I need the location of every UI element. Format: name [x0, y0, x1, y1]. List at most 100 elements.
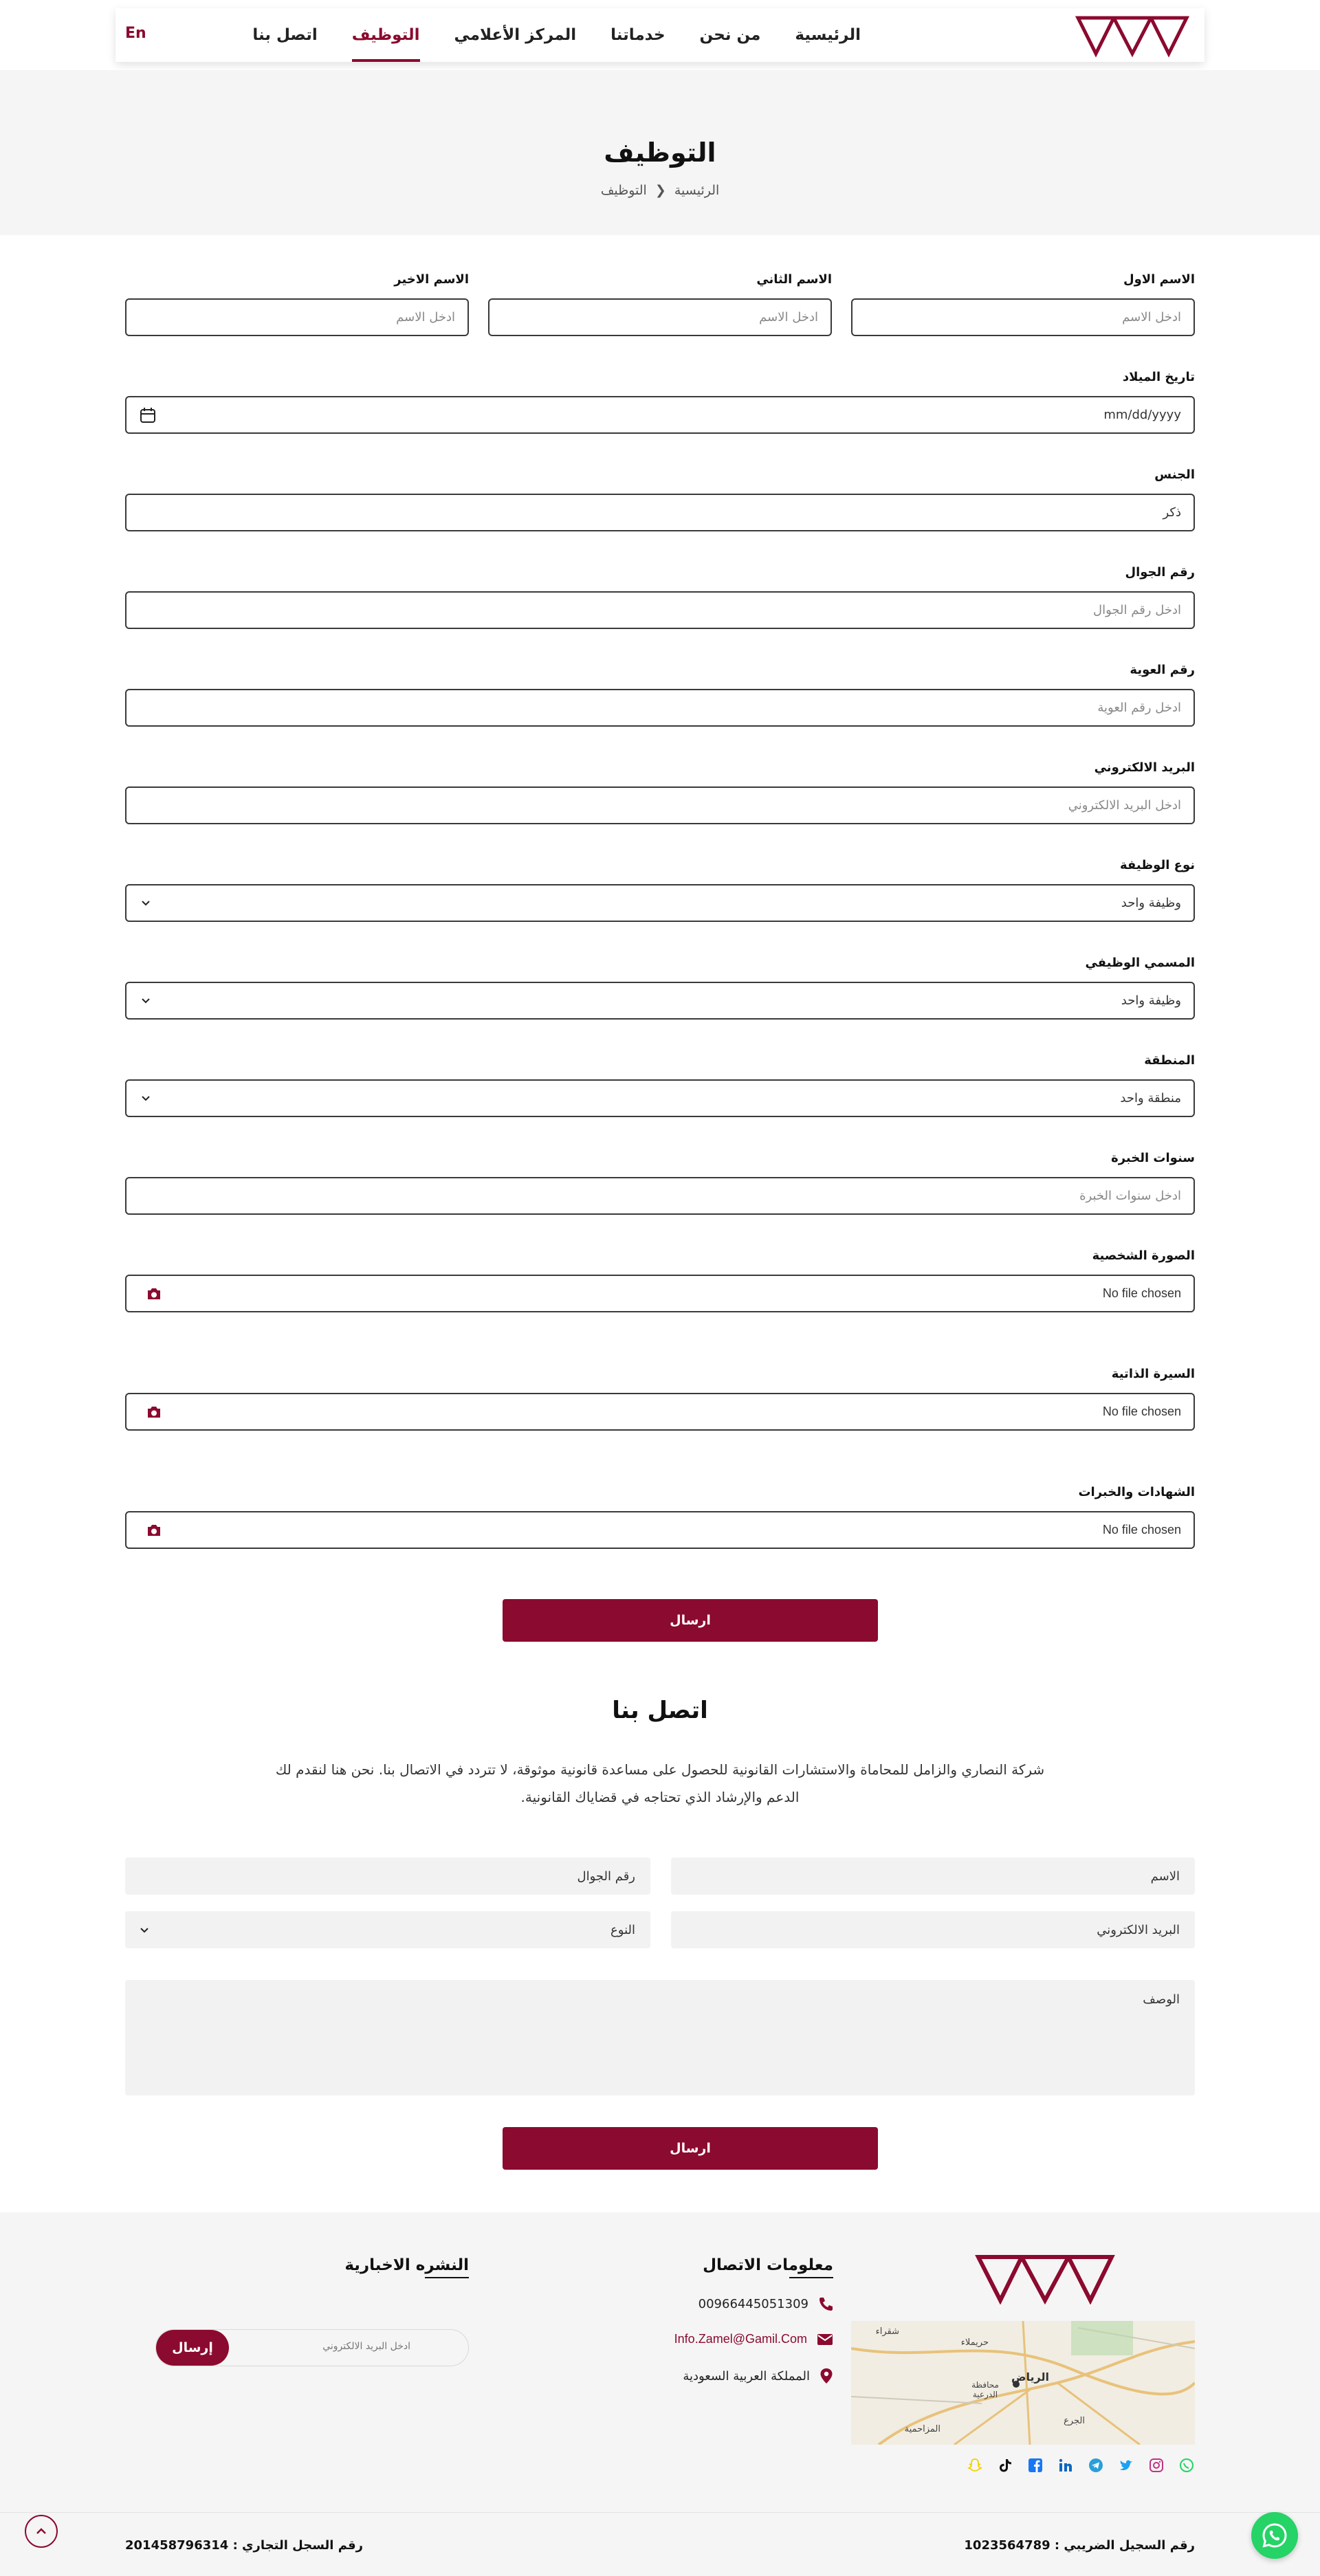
photo-label: الصورة الشخصية — [1092, 1248, 1195, 1263]
nav-about[interactable]: من نحن — [700, 8, 761, 62]
company-logo[interactable] — [1075, 15, 1189, 58]
certificates-file-status: No file chosen — [1102, 1523, 1181, 1537]
camera-icon[interactable] — [146, 1405, 162, 1420]
mobile-input[interactable]: ادخل رقم الجوال — [125, 591, 1195, 629]
region-select[interactable]: منطقة واحد — [125, 1079, 1195, 1117]
first-name-placeholder: ادخل الاسم — [1122, 310, 1181, 324]
region-label: المنطقة — [1144, 1053, 1195, 1068]
birth-date-label: تاريخ الميلاد — [1122, 370, 1195, 384]
newsletter-form: ادخل البريد الالكتروني إرسال — [155, 2329, 469, 2366]
email-input[interactable]: ادخل البريد الالكتروني — [125, 786, 1195, 824]
cv-file-input[interactable]: No file chosen — [125, 1393, 1195, 1431]
mobile-placeholder: ادخل رقم الجوال — [1093, 603, 1181, 617]
page-hero: التوظيف الرئيسية ❮ التوظيف — [0, 70, 1320, 235]
email-label: البريد الالكتروني — [1094, 760, 1195, 775]
camera-icon[interactable] — [146, 1523, 162, 1538]
last-name-input[interactable]: ادخل الاسم — [125, 298, 469, 336]
commercial-number: رقم السجل التجاري : 201458796314 — [125, 2538, 363, 2553]
gender-input[interactable]: ذكر — [125, 494, 1195, 531]
contact-name-placeholder: الاسم — [1150, 1869, 1180, 1884]
instagram-icon[interactable] — [1148, 2457, 1165, 2474]
contact-description-line2: الدعم والإرشاد الذي تحتاجه في قضاياك الق… — [520, 1789, 800, 1805]
region-value: منطقة واحد — [1120, 1091, 1181, 1105]
last-name-placeholder: ادخل الاسم — [396, 310, 455, 324]
social-links — [967, 2457, 1195, 2474]
chevron-down-icon — [142, 998, 150, 1004]
job-type-label: نوع الوظيفة — [1120, 858, 1195, 872]
calendar-icon[interactable] — [139, 406, 157, 424]
footer-address-text: المملكة العربية السعودية — [683, 2368, 810, 2384]
footer-divider — [0, 2512, 1320, 2513]
nav-careers[interactable]: التوظيف — [351, 8, 420, 62]
job-title-select[interactable]: وظيفة واحد — [125, 982, 1195, 1020]
job-title-value: وظيفة واحد — [1121, 993, 1181, 1008]
tiktok-icon[interactable] — [997, 2457, 1013, 2474]
job-title-label: المسمي الوظيفي — [1085, 956, 1195, 970]
second-name-placeholder: ادخل الاسم — [759, 310, 818, 324]
first-name-input[interactable]: ادخل الاسم — [851, 298, 1195, 336]
nav-home[interactable]: الرئيسية — [795, 8, 861, 62]
photo-file-status: No file chosen — [1102, 1286, 1181, 1300]
linkedin-icon[interactable] — [1057, 2457, 1074, 2474]
snapchat-icon[interactable] — [967, 2457, 983, 2474]
scroll-top-button[interactable] — [25, 2515, 58, 2548]
envelope-icon — [817, 2333, 833, 2345]
breadcrumb-home[interactable]: الرئيسية — [674, 183, 719, 198]
id-number-placeholder: ادخل رقم العوية — [1097, 701, 1181, 715]
contact-email-input[interactable]: البريد الالكتروني — [671, 1911, 1195, 1948]
job-type-select[interactable]: وظيفة واحد — [125, 884, 1195, 922]
footer-phone-text: 00966445051309 — [698, 2296, 808, 2311]
contact-mobile-placeholder: رقم الجوال — [577, 1869, 635, 1884]
cv-file-status: No file chosen — [1102, 1405, 1181, 1418]
facebook-icon[interactable] — [1027, 2457, 1044, 2474]
tax-number: رقم السجيل الضريبي : 1023564789 — [964, 2538, 1195, 2553]
footer-email[interactable]: Info.Zamel@Gamil.Com — [674, 2332, 833, 2346]
mobile-label: رقم الجوال — [1125, 565, 1195, 580]
footer-logo[interactable] — [975, 2254, 1115, 2304]
contact-name-input[interactable]: الاسم — [671, 1858, 1195, 1895]
whatsapp-icon[interactable] — [1178, 2457, 1195, 2474]
site-header: الرئيسية من نحن خدماتنا المركز الأعلامي … — [116, 8, 1204, 62]
contact-description-textarea[interactable]: الوصف — [125, 1980, 1195, 2095]
photo-file-input[interactable]: No file chosen — [125, 1275, 1195, 1312]
nav-services[interactable]: خدماتنا — [610, 8, 665, 62]
newsletter-submit-button[interactable]: إرسال — [156, 2330, 229, 2366]
breadcrumb-current: التوظيف — [600, 183, 647, 198]
second-name-input[interactable]: ادخل الاسم — [488, 298, 832, 336]
footer-address: المملكة العربية السعودية — [683, 2368, 833, 2384]
whatsapp-float-button[interactable] — [1251, 2512, 1298, 2559]
careers-submit-button[interactable]: ارسال — [503, 1599, 878, 1642]
contact-submit-button[interactable]: ارسال — [503, 2127, 878, 2170]
breadcrumb: الرئيسية ❮ التوظيف — [0, 183, 1320, 198]
language-toggle[interactable]: En — [125, 25, 146, 42]
birth-date-placeholder: mm/dd/yyyy — [1103, 408, 1181, 422]
last-name-label: الاسم الاخير — [394, 272, 469, 287]
nav-media-center[interactable]: المركز الأعلامي — [454, 8, 577, 62]
main-nav: الرئيسية من نحن خدماتنا المركز الأعلامي … — [252, 8, 861, 62]
id-number-input[interactable]: ادخل رقم العوية — [125, 689, 1195, 727]
experience-input[interactable]: ادخل سنوات الخبرة — [125, 1177, 1195, 1215]
location-map[interactable]: الرياض محافظة الدرعية حريملاء الجرع المز… — [851, 2321, 1195, 2445]
contact-description-placeholder: الوصف — [1143, 1992, 1180, 2007]
chevron-down-icon — [142, 1096, 150, 1101]
contact-mobile-input[interactable]: رقم الجوال — [125, 1858, 650, 1895]
map-label-shaqra: شقراء — [875, 2326, 899, 2337]
twitter-icon[interactable] — [1118, 2457, 1134, 2474]
experience-placeholder: ادخل سنوات الخبرة — [1079, 1189, 1181, 1203]
chevron-down-icon — [142, 901, 150, 906]
contact-type-select[interactable]: النوع — [125, 1911, 650, 1948]
footer-phone[interactable]: 00966445051309 — [698, 2296, 833, 2311]
gender-label: الجنس — [1154, 467, 1195, 482]
certificates-file-input[interactable]: No file chosen — [125, 1511, 1195, 1549]
nav-contact[interactable]: اتصل بنا — [252, 8, 317, 62]
certificates-label: الشهادات والخبرات — [1078, 1485, 1195, 1499]
camera-icon[interactable] — [146, 1286, 162, 1301]
newsletter-email-input[interactable]: ادخل البريد الالكتروني — [322, 2341, 410, 2352]
birth-date-input[interactable]: mm/dd/yyyy — [125, 396, 1195, 434]
map-label-muzahmiyah: المزاحمية — [904, 2424, 940, 2434]
map-label-diriyah: محافظة الدرعية — [971, 2380, 999, 2399]
contact-description: شركة النصاري والزامل للمحاماة والاستشارا… — [261, 1756, 1059, 1811]
experience-label: سنوات الخبرة — [1111, 1151, 1195, 1165]
job-type-value: وظيفة واحد — [1121, 896, 1181, 910]
telegram-icon[interactable] — [1088, 2457, 1104, 2474]
